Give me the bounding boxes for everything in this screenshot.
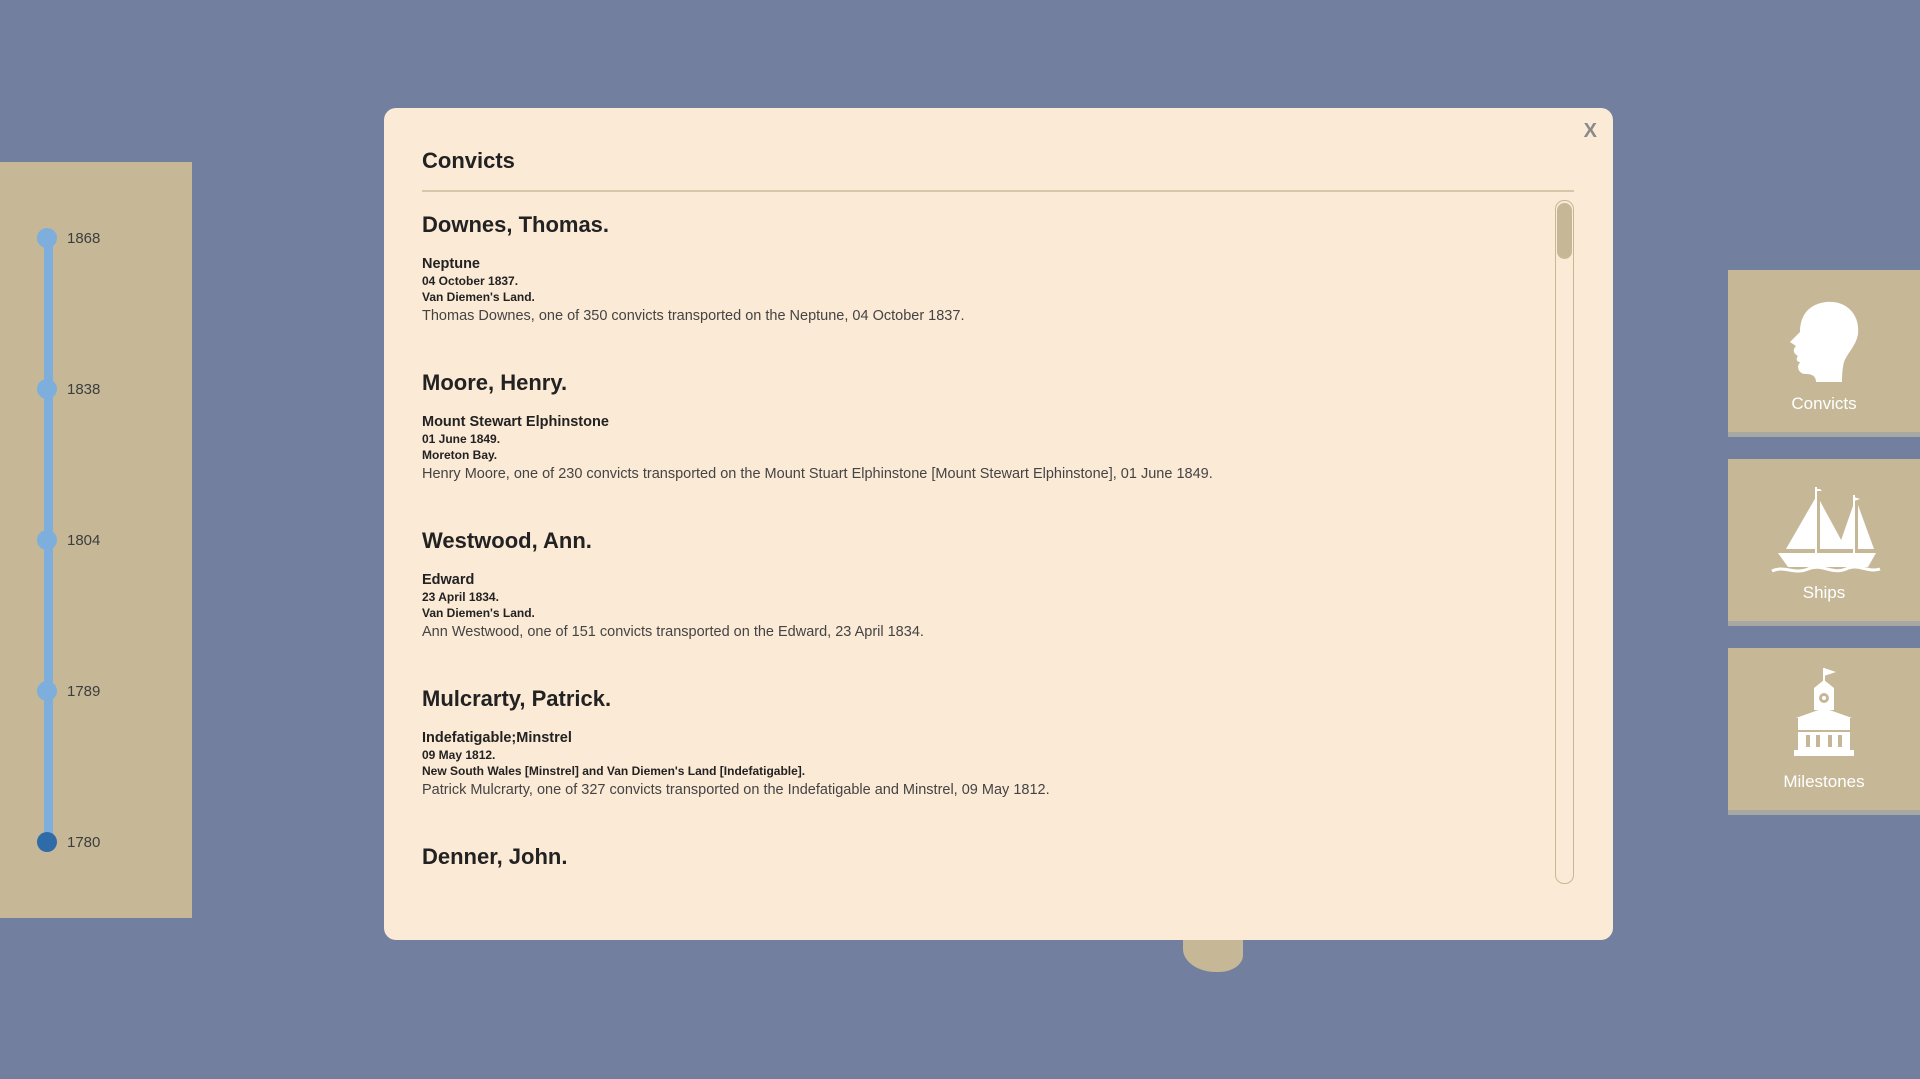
- list-item[interactable]: Denner, John.: [422, 836, 1522, 904]
- timeline-item-1868[interactable]: 1868: [37, 228, 100, 248]
- timeline-dot[interactable]: [37, 379, 57, 399]
- timeline-dot[interactable]: [37, 228, 57, 248]
- transport-date: 23 April 1834.: [422, 590, 499, 604]
- destination: Van Diemen's Land.: [422, 290, 535, 304]
- timeline-item-1789[interactable]: 1789: [37, 681, 100, 701]
- timeline-dot-active[interactable]: [37, 832, 57, 852]
- nav-ships-button[interactable]: Ships: [1728, 459, 1920, 626]
- list-item[interactable]: Westwood, Ann. Edward 23 April 1834. Van…: [422, 520, 1522, 678]
- transport-date: 04 October 1837.: [422, 274, 519, 288]
- convict-name: Downes, Thomas.: [422, 212, 610, 237]
- transport-date: 01 June 1849.: [422, 432, 501, 446]
- timeline-year-label: 1868: [67, 229, 101, 247]
- description: Ann Westwood, one of 151 convicts transp…: [422, 624, 924, 640]
- scrollbar-thumb[interactable]: [1557, 203, 1572, 259]
- timeline-item-1804[interactable]: 1804: [37, 530, 100, 550]
- building-icon: [1794, 668, 1854, 756]
- timeline-dot[interactable]: [37, 530, 57, 550]
- ship-name: Mount Stewart Elphinstone: [422, 414, 609, 430]
- description: Patrick Mulcrarty, one of 327 convicts t…: [422, 782, 1050, 798]
- list-item[interactable]: Moore, Henry. Mount Stewart Elphinstone …: [422, 362, 1522, 520]
- timeline-item-1838[interactable]: 1838: [37, 379, 100, 399]
- description: Henry Moore, one of 230 convicts transpo…: [422, 466, 1213, 482]
- timeline-year-label: 1804: [67, 531, 101, 549]
- convict-name: Denner, John.: [422, 844, 568, 869]
- destination: Van Diemen's Land.: [422, 606, 535, 620]
- modal-title: Convicts: [422, 148, 515, 173]
- convict-list[interactable]: Downes, Thomas. Neptune 04 October 1837.…: [422, 204, 1522, 904]
- timeline-year-label: 1789: [67, 682, 101, 700]
- nav-label: Milestones: [1783, 772, 1865, 791]
- transport-date: 09 May 1812.: [422, 748, 496, 762]
- list-item[interactable]: Mulcrarty, Patrick. Indefatigable;Minstr…: [422, 678, 1522, 836]
- nav-convicts-button[interactable]: Convicts: [1728, 270, 1920, 437]
- timeline-year-label: 1838: [67, 380, 101, 398]
- description: Thomas Downes, one of 350 convicts trans…: [422, 308, 965, 324]
- ship-name: Edward: [422, 572, 475, 588]
- divider: [422, 190, 1574, 192]
- ship-name: Neptune: [422, 256, 480, 272]
- timeline-year-label: 1780: [67, 833, 101, 851]
- ship-name: Indefatigable;Minstrel: [422, 730, 572, 746]
- convict-name: Westwood, Ann.: [422, 528, 592, 553]
- scrollbar[interactable]: [1555, 200, 1574, 884]
- convict-name: Mulcrarty, Patrick.: [422, 686, 612, 711]
- list-item[interactable]: Downes, Thomas. Neptune 04 October 1837.…: [422, 204, 1522, 362]
- destination: Moreton Bay.: [422, 448, 498, 462]
- nav-milestones-button[interactable]: Milestones: [1728, 648, 1920, 815]
- convicts-modal: X Convicts Downes, Thomas. Neptune 04 Oc…: [384, 108, 1613, 940]
- timeline-item-1780[interactable]: 1780: [37, 832, 100, 852]
- destination: New South Wales [Minstrel] and Van Dieme…: [422, 764, 806, 778]
- nav-label: Convicts: [1791, 394, 1857, 413]
- nav-label: Ships: [1802, 583, 1846, 602]
- timeline-panel: 1868 1838 1804 1789 1780: [0, 162, 192, 918]
- ship-icon: [1771, 487, 1881, 573]
- close-button[interactable]: X: [1584, 120, 1597, 143]
- timeline-dot[interactable]: [37, 681, 57, 701]
- convict-name: Moore, Henry.: [422, 370, 568, 395]
- head-icon: [1790, 301, 1859, 382]
